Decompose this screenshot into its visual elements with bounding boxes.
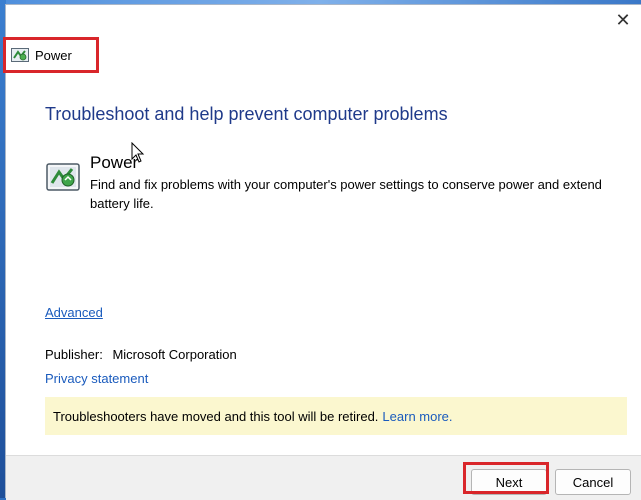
notice-text: Troubleshooters have moved and this tool…	[53, 408, 379, 424]
dialog-footer: Next Cancel	[6, 455, 641, 500]
power-icon	[11, 48, 29, 62]
learn-more-link[interactable]: Learn more.	[382, 409, 452, 424]
privacy-statement-link[interactable]: Privacy statement	[45, 371, 148, 386]
publisher-line: Publisher: Microsoft Corporation	[45, 347, 237, 362]
publisher-label: Publisher:	[45, 347, 103, 362]
troubleshooter-dialog: ✕ Power Troubleshoot and help prevent co…	[3, 4, 641, 500]
advanced-link[interactable]: Advanced	[45, 305, 103, 320]
page-heading: Troubleshoot and help prevent computer p…	[45, 104, 448, 124]
cancel-button[interactable]: Cancel	[555, 469, 631, 495]
troubleshooter-description: Find and fix problems with your computer…	[90, 177, 602, 211]
close-button[interactable]: ✕	[613, 11, 633, 31]
close-icon: ✕	[615, 10, 631, 31]
power-troubleshooter-icon	[46, 163, 80, 191]
publisher-value: Microsoft Corporation	[112, 347, 237, 362]
window-title: Power	[35, 47, 72, 63]
next-button[interactable]: Next	[471, 469, 547, 495]
window-title-bar: Power	[3, 37, 99, 73]
mouse-cursor-icon	[131, 142, 145, 163]
retirement-notice: Troubleshooters have moved and this tool…	[45, 397, 627, 435]
